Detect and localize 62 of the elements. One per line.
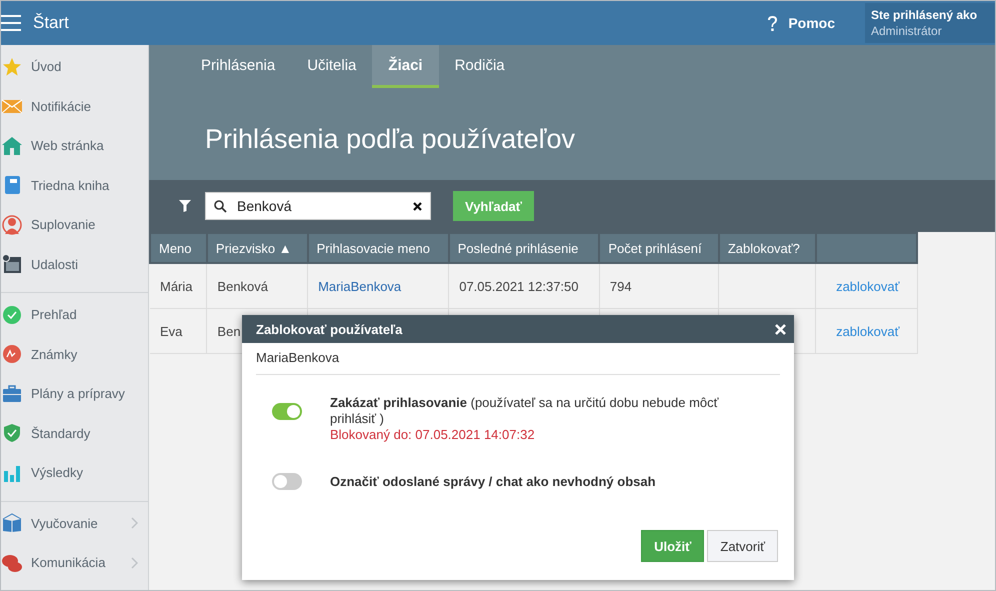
- dialog-title: Zablokovať používateľa: [256, 322, 402, 336]
- star-icon: [2, 56, 22, 77]
- sidebar-item[interactable]: Štandardy: [1, 414, 148, 453]
- username-text: MariaBenkova: [318, 278, 402, 294]
- close-dialog-button[interactable]: Zatvoriť: [707, 530, 778, 562]
- menu-button[interactable]: Štart: [1, 1, 69, 45]
- search-icon: [214, 200, 227, 212]
- toggle-switch[interactable]: [272, 402, 302, 420]
- column-header[interactable]: Prihlasovacie meno: [308, 233, 449, 263]
- chevron-icon: [130, 517, 138, 530]
- search-field[interactable]: Benková: [205, 192, 431, 220]
- sidebar-item[interactable]: Suplovanie: [1, 205, 148, 244]
- table-cell: Mária: [160, 278, 193, 294]
- table-cell: Benková: [217, 278, 268, 294]
- sidebar-item[interactable]: Vyučovanie: [1, 504, 148, 543]
- column-header[interactable]: Meno: [150, 233, 207, 263]
- search-button[interactable]: Vyhľadať: [453, 191, 534, 221]
- shield-icon: [2, 423, 22, 444]
- table-cell: 07.05.2021 12:37:50: [459, 278, 578, 294]
- filter-icon[interactable]: [179, 200, 191, 212]
- tab[interactable]: Prihlásenia: [185, 45, 292, 88]
- column-header[interactable]: Posledné prihlásenie: [448, 233, 600, 263]
- check-icon: [2, 304, 22, 325]
- column-header[interactable]: Počet prihlásení: [599, 233, 719, 263]
- sidebar-item[interactable]: Známky: [1, 334, 148, 374]
- page-title: Prihlásenia podľa používateľov: [205, 124, 576, 155]
- search-input[interactable]: Benková: [235, 197, 405, 215]
- chat-icon: [2, 552, 22, 573]
- table-cell: 794: [610, 278, 632, 294]
- sidebar-item[interactable]: Prehľad: [1, 295, 148, 334]
- grade-icon: [2, 344, 22, 364]
- column-header[interactable]: Priezvisko ▲: [206, 233, 308, 263]
- help-icon: [767, 14, 778, 32]
- user-caption: Ste prihlásený ako: [871, 8, 978, 22]
- dialog-username: MariaBenkova: [255, 349, 340, 365]
- table-cell: Ben: [217, 324, 241, 338]
- chevron-icon: [130, 556, 138, 569]
- sidebar-item[interactable]: Udalosti: [1, 244, 148, 284]
- sidebar-item[interactable]: Triedna kniha: [1, 166, 148, 205]
- notebook-icon: [2, 175, 22, 196]
- sidebar-item[interactable]: Úvod: [1, 47, 148, 86]
- sidebar-item[interactable]: Komunikácia: [1, 543, 148, 582]
- option-label: Zakázať prihlasovanie (používateľ sa na určitú dobu nebude môcť prihlásiť ): [330, 395, 720, 427]
- user-panel[interactable]: Ste prihlásený ako Administrátor: [865, 3, 995, 43]
- person-icon: [2, 214, 22, 235]
- help-button[interactable]: Pomoc: [761, 14, 841, 32]
- tab[interactable]: Učitelia: [291, 45, 372, 88]
- sidebar-item[interactable]: Plány a prípravy: [1, 374, 148, 414]
- sidebar-item[interactable]: Výsledky: [1, 453, 148, 492]
- sidebar-item[interactable]: Notifikácie: [1, 86, 148, 126]
- user-role: Administrátor: [871, 24, 943, 38]
- column-header[interactable]: Zablokovať?: [718, 233, 816, 263]
- toggle-switch[interactable]: [272, 473, 302, 490]
- save-button[interactable]: Uložiť: [641, 530, 704, 562]
- sidebar-item[interactable]: Web stránka: [1, 126, 148, 166]
- menu-icon: [1, 14, 21, 32]
- blocked-until-text: Blokovaný do: 07.05.2021 14:07:32: [330, 427, 536, 443]
- option-label: Označiť odoslané správy / chat ako nevhodný obsah: [330, 474, 657, 490]
- tab[interactable]: Žiaci: [372, 45, 439, 88]
- tab[interactable]: Rodičia: [438, 45, 521, 88]
- clear-icon[interactable]: [413, 202, 422, 210]
- table-cell: Eva: [160, 324, 182, 338]
